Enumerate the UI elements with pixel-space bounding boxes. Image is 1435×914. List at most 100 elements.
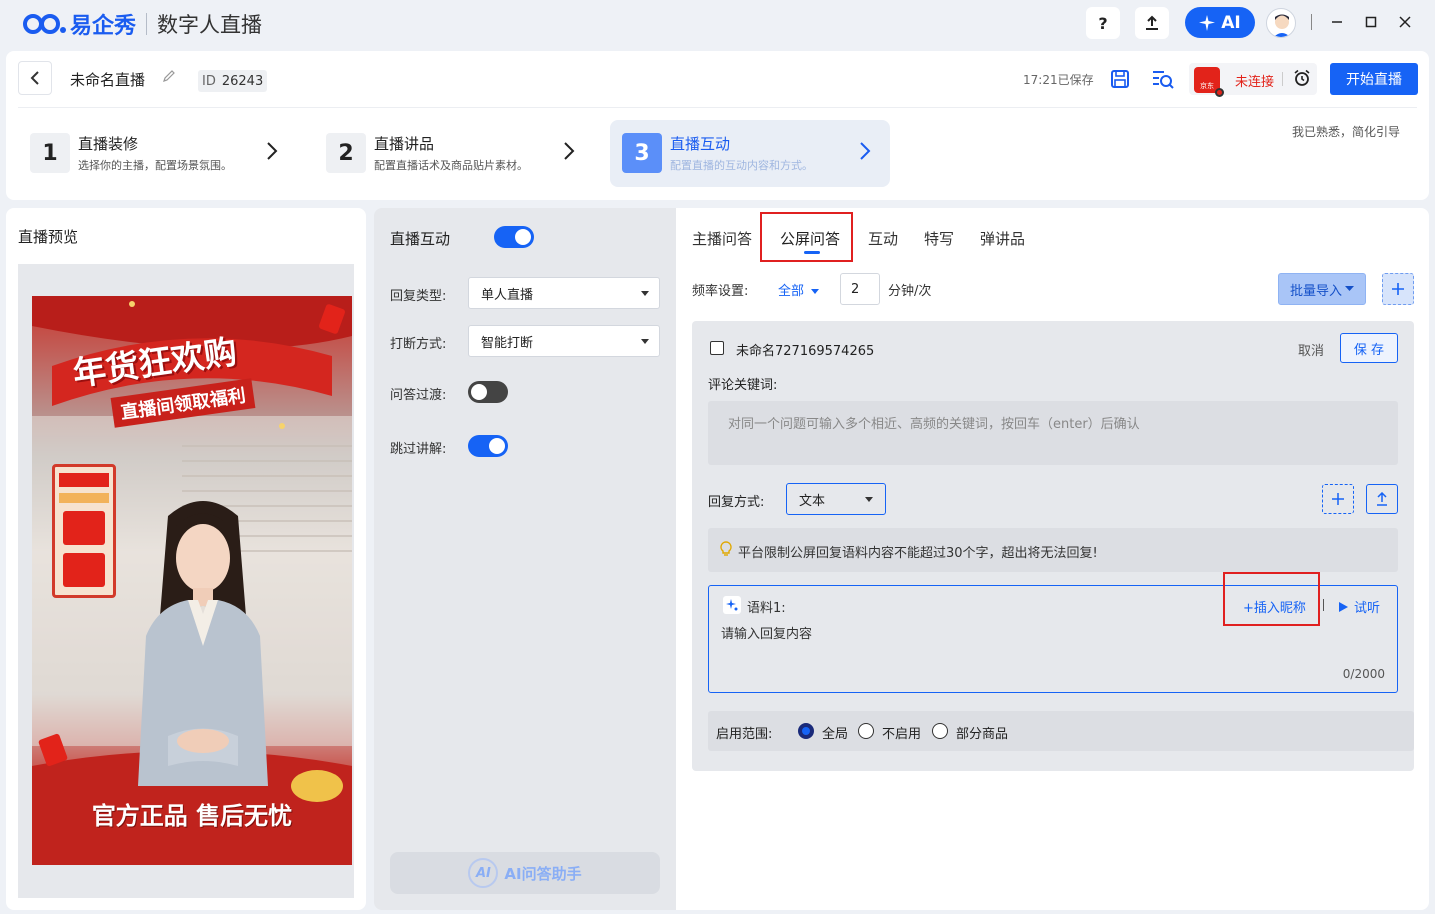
header-card: 未命名直播 ID 26243 17:21已保存 京东 未连接 开始直播 1 直播…: [6, 51, 1429, 200]
reply-mode-value: 文本: [799, 493, 826, 509]
enable-scope-bar: 启用范围: 全局 不启用 部分商品: [708, 711, 1414, 751]
edit-name-button[interactable]: [162, 69, 176, 87]
toggle-knob: [489, 438, 505, 454]
qa-panel: 主播问答 公屏问答 互动 特写 弹讲品 频率设置: 全部 2 分钟/次 批量导入…: [676, 208, 1429, 910]
qa-item-name: 未命名727169574265: [736, 344, 875, 359]
tab-closeup[interactable]: 特写: [924, 228, 954, 249]
plus-icon: [1332, 493, 1344, 505]
add-qa-button[interactable]: [1382, 273, 1414, 305]
keyword-input[interactable]: 对同一个问题可输入多个相近、高频的关键词，按回车（enter）后确认: [708, 401, 1398, 465]
step-title: 直播互动: [670, 135, 731, 153]
ai-button[interactable]: AI: [1185, 7, 1255, 38]
coupon-card-image: [52, 464, 116, 598]
frequency-unit: 分钟/次: [888, 284, 932, 299]
id-label: ID: [202, 73, 216, 89]
corpus-placeholder: 请输入回复内容: [721, 627, 813, 642]
tab-host-qa[interactable]: 主播问答: [692, 228, 752, 249]
upload-button[interactable]: [1135, 7, 1169, 39]
scope-radio-partial[interactable]: [932, 723, 948, 739]
simplify-guide-link[interactable]: 我已熟悉，简化引导: [1292, 123, 1400, 140]
qa-item-card: 未命名727169574265 取消 保 存 评论关键词: 对同一个问题可输入多…: [692, 321, 1414, 771]
ai-assistant-button[interactable]: AI AI问答助手: [390, 852, 660, 894]
window-controls-divider: [1311, 14, 1312, 30]
live-name: 未命名直播: [70, 71, 146, 89]
connection-status: 未连接: [1235, 75, 1275, 90]
brand-name: 易企秀: [70, 14, 137, 39]
step-number: 2: [326, 133, 366, 173]
saved-status: 17:21已保存: [1023, 73, 1094, 87]
transition-toggle[interactable]: [468, 381, 508, 403]
reply-mode-label: 回复方式:: [708, 495, 765, 510]
step-number: 1: [30, 133, 70, 173]
id-value: 26243: [221, 73, 264, 89]
chevron-left-icon: [30, 71, 39, 85]
chevron-right-icon: [563, 141, 575, 166]
play-icon: [1339, 602, 1348, 612]
minimize-button[interactable]: [1327, 12, 1347, 32]
back-button[interactable]: [18, 61, 52, 95]
close-button[interactable]: [1395, 12, 1415, 32]
help-icon: ?: [1098, 13, 1108, 33]
reply-limit-text: 平台限制公屏回复语料内容不能超过30个字，超出将无法回复!: [738, 546, 1098, 561]
ai-button-label: AI: [1221, 12, 1241, 33]
toggle-knob: [515, 229, 531, 245]
add-corpus-button[interactable]: [1322, 484, 1354, 514]
highlight-box-tab: [760, 212, 853, 262]
tab-popup-product[interactable]: 弹讲品: [980, 228, 1025, 249]
step-description: 配置直播的互动内容和方式。: [670, 159, 813, 172]
sparkle-icon: [723, 596, 741, 614]
caret-down-icon: [865, 497, 873, 502]
scope-label: 启用范围:: [716, 727, 773, 742]
platform-connection[interactable]: 京东 未连接: [1189, 63, 1317, 97]
try-listen-button[interactable]: 试听: [1339, 597, 1380, 616]
minimize-icon: [1332, 21, 1342, 23]
user-avatar[interactable]: [1266, 8, 1296, 38]
app-logo: 易企秀 数字人直播: [22, 10, 263, 39]
ai-assistant-icon: AI: [468, 858, 499, 888]
corpus-action-divider: [1323, 599, 1324, 611]
pencil-icon: [163, 70, 175, 82]
skip-toggle[interactable]: [468, 435, 508, 457]
interaction-toggle[interactable]: [494, 226, 534, 248]
cancel-button[interactable]: 取消: [1298, 340, 1324, 359]
maximize-icon: [1365, 16, 1377, 28]
step-number: 3: [622, 133, 662, 173]
product-name: 数字人直播: [157, 13, 263, 37]
keyword-label: 评论关键词:: [708, 378, 778, 393]
tab-interaction[interactable]: 互动: [868, 228, 898, 249]
step-title: 直播装修: [78, 135, 139, 153]
reply-type-label: 回复类型:: [390, 289, 447, 304]
toggle-knob: [471, 384, 487, 400]
lightbulb-icon: [720, 541, 732, 560]
scope-radio-global[interactable]: [798, 723, 814, 739]
header-divider: [18, 107, 1417, 108]
caret-down-icon: [811, 289, 820, 294]
corpus-label: 语料1:: [747, 601, 786, 616]
maximize-button[interactable]: [1361, 12, 1381, 32]
close-icon: [1399, 16, 1411, 28]
reply-type-select[interactable]: 单人直播: [468, 277, 660, 309]
interaction-settings-panel: 直播互动 回复类型: 单人直播 打断方式: 智能打断 问答过渡: 跳过讲解: A…: [374, 208, 676, 910]
interrupt-select[interactable]: 智能打断: [468, 325, 660, 357]
save-qa-button[interactable]: 保 存: [1340, 333, 1398, 363]
bulk-import-button[interactable]: 批量导入: [1278, 273, 1366, 305]
frequency-input[interactable]: 2: [840, 273, 880, 305]
save-button[interactable]: [1108, 67, 1132, 91]
step-description: 选择你的主播，配置场景氛围。: [78, 159, 232, 172]
plus-icon: [1392, 283, 1404, 295]
skip-label: 跳过讲解:: [390, 442, 447, 457]
qa-select-checkbox[interactable]: [710, 341, 724, 355]
upload-corpus-button[interactable]: [1366, 484, 1398, 514]
logo-divider: [146, 13, 148, 35]
preview-search-button[interactable]: [1151, 67, 1175, 91]
connection-divider: [1282, 72, 1283, 86]
help-button[interactable]: ?: [1086, 7, 1120, 39]
reply-mode-select[interactable]: 文本: [786, 483, 886, 515]
alarm-clock-icon[interactable]: [1293, 69, 1311, 91]
chevron-right-icon: [859, 141, 871, 166]
scope-radio-disabled[interactable]: [858, 723, 874, 739]
frequency-scope-dropdown[interactable]: 全部: [778, 280, 820, 299]
start-live-button[interactable]: 开始直播: [1330, 63, 1418, 95]
keyword-placeholder: 对同一个问题可输入多个相近、高频的关键词，按回车（enter）后确认: [728, 417, 1140, 432]
reply-limit-tip: 平台限制公屏回复语料内容不能超过30个字，超出将无法回复!: [708, 528, 1398, 572]
